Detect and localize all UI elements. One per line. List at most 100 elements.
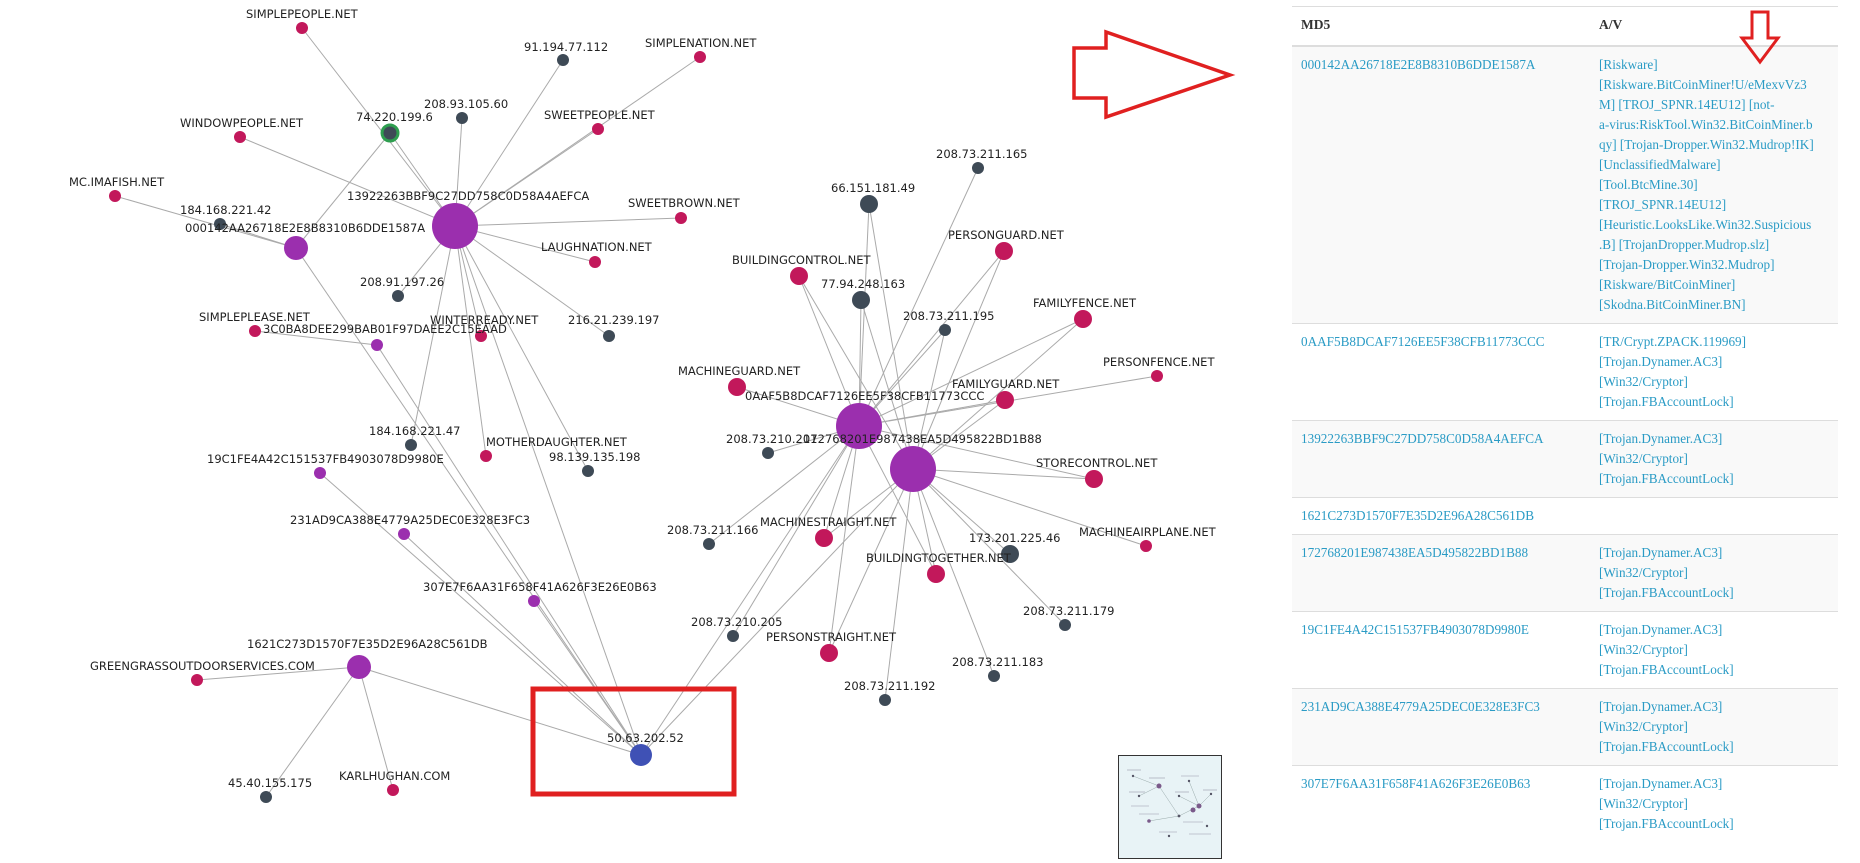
av-detection-link[interactable]: [Win32/Cryptor]: [1599, 719, 1688, 734]
node-circle[interactable]: [1059, 619, 1071, 631]
graph-node[interactable]: PERSONGUARD.NET: [948, 228, 1065, 260]
md5-cell[interactable]: 0AAF5B8DCAF7126EE5F38CFB11773CCC: [1292, 323, 1590, 421]
node-circle[interactable]: [405, 439, 417, 451]
md5-cell[interactable]: 307E7F6AA31F658F41A626F3E26E0B63: [1292, 765, 1590, 842]
md5-cell[interactable]: 172768201E987438EA5D495822BD1B88: [1292, 534, 1590, 612]
av-detection-link[interactable]: [Heuristic.LooksLike.Win32.Suspicious: [1599, 217, 1811, 232]
av-detection-link[interactable]: [Win32/Cryptor]: [1599, 451, 1688, 466]
node-circle[interactable]: [927, 565, 945, 583]
node-circle[interactable]: [852, 291, 870, 309]
av-detection-link[interactable]: [Riskware]: [1599, 57, 1658, 72]
node-circle[interactable]: [398, 528, 410, 540]
node-circle[interactable]: [762, 447, 774, 459]
av-detection-link[interactable]: [Trojan.FBAccountLock]: [1599, 585, 1734, 600]
av-detection-link[interactable]: .B] [TrojanDropper.Mudrop.slz]: [1599, 237, 1769, 252]
node-circle[interactable]: [675, 212, 687, 224]
av-detection-link[interactable]: [Riskware/BitCoinMiner]: [1599, 277, 1735, 292]
node-circle[interactable]: [972, 162, 984, 174]
av-detection-link[interactable]: [Trojan.FBAccountLock]: [1599, 816, 1734, 831]
node-circle[interactable]: [284, 236, 308, 260]
graph-node[interactable]: LAUGHNATION.NET: [541, 240, 653, 268]
node-circle[interactable]: [995, 242, 1013, 260]
av-detection-link[interactable]: [Win32/Cryptor]: [1599, 374, 1688, 389]
av-detection-link[interactable]: M] [TROJ_SPNR.14EU12] [not-: [1599, 97, 1774, 112]
node-circle[interactable]: [879, 694, 891, 706]
av-detection-link[interactable]: [TROJ_SPNR.14EU12]: [1599, 197, 1726, 212]
graph-node[interactable]: 77.94.248.163: [821, 277, 905, 309]
graph-node[interactable]: MC.IMAFISH.NET: [69, 175, 165, 202]
graph-node[interactable]: 74.220.199.6: [356, 110, 433, 143]
node-circle[interactable]: [528, 595, 540, 607]
graph-node[interactable]: FAMILYFENCE.NET: [1033, 296, 1137, 328]
graph-node[interactable]: 98.139.135.198: [549, 450, 640, 477]
av-detection-link[interactable]: [Trojan.Dynamer.AC3]: [1599, 776, 1722, 791]
av-detection-link[interactable]: [Trojan.FBAccountLock]: [1599, 739, 1734, 754]
node-circle[interactable]: [347, 655, 371, 679]
node-circle[interactable]: [234, 131, 246, 143]
node-circle[interactable]: [727, 630, 739, 642]
node-circle[interactable]: [387, 784, 399, 796]
graph-node[interactable]: 208.91.197.26: [360, 275, 444, 302]
node-circle[interactable]: [314, 467, 326, 479]
av-detection-link[interactable]: [Win32/Cryptor]: [1599, 796, 1688, 811]
graph-node[interactable]: SWEETBROWN.NET: [628, 196, 741, 224]
av-detection-link[interactable]: [Trojan.Dynamer.AC3]: [1599, 622, 1722, 637]
graph-node[interactable]: WINDOWPEOPLE.NET: [180, 116, 304, 143]
graph-node[interactable]: BUILDINGTOGETHER.NET: [866, 551, 1012, 583]
av-detection-link[interactable]: [Trojan.FBAccountLock]: [1599, 662, 1734, 677]
graph-node[interactable]: PERSONFENCE.NET: [1103, 355, 1215, 382]
graph-node[interactable]: 172768201E987438EA5D495822BD1B88: [803, 432, 1042, 492]
av-detection-link[interactable]: [Riskware.BitCoinMiner!U/eMexvVz3: [1599, 77, 1807, 92]
av-detection-link[interactable]: [Trojan.FBAccountLock]: [1599, 394, 1734, 409]
graph-node[interactable]: GREENGRASSOUTDOORSERVICES.COM: [90, 659, 315, 686]
node-circle[interactable]: [480, 450, 492, 462]
node-circle[interactable]: [557, 54, 569, 66]
graph-node[interactable]: SIMPLENATION.NET: [645, 36, 757, 63]
av-detection-link[interactable]: [Trojan.FBAccountLock]: [1599, 471, 1734, 486]
graph-node[interactable]: SWEETPEOPLE.NET: [544, 108, 656, 135]
graph-node[interactable]: 208.73.211.183: [952, 655, 1043, 682]
graph-node[interactable]: 184.168.221.47: [369, 424, 460, 451]
node-circle[interactable]: [703, 538, 715, 550]
av-detection-link[interactable]: qy] [Trojan-Dropper.Win32.Mudrop!IK]: [1599, 137, 1814, 152]
av-detection-link[interactable]: [Win32/Cryptor]: [1599, 642, 1688, 657]
node-circle[interactable]: [988, 670, 1000, 682]
graph-node[interactable]: MACHINEAIRPLANE.NET: [1079, 525, 1217, 552]
graph-nodes[interactable]: SIMPLEPEOPLE.NET 91.194.77.112 SIMPLENATIO…: [69, 7, 1217, 803]
node-circle[interactable]: [603, 330, 615, 342]
node-circle[interactable]: [939, 324, 951, 336]
node-circle[interactable]: [249, 325, 261, 337]
av-detection-link[interactable]: [TR/Crypt.ZPACK.119969]: [1599, 334, 1746, 349]
graph-node[interactable]: STORECONTROL.NET: [1036, 456, 1158, 488]
graph-node[interactable]: 208.73.211.166: [667, 523, 758, 550]
av-detection-link[interactable]: [Tool.BtcMine.30]: [1599, 177, 1698, 192]
graph-node[interactable]: 000142AA26718E2E8B8310B6DDE1587A: [185, 221, 425, 260]
node-circle[interactable]: [592, 123, 604, 135]
node-circle[interactable]: [815, 529, 833, 547]
md5-cell[interactable]: 1621C273D1570F7E35D2E96A28C561DB: [1292, 497, 1590, 535]
graph-node[interactable]: 91.194.77.112: [524, 40, 608, 66]
node-circle[interactable]: [371, 339, 383, 351]
node-circle[interactable]: [1151, 370, 1163, 382]
av-detection-link[interactable]: [Trojan.Dynamer.AC3]: [1599, 431, 1722, 446]
node-circle[interactable]: [996, 391, 1014, 409]
graph-node[interactable]: MACHINESTRAIGHT.NET: [760, 515, 897, 547]
node-circle[interactable]: [260, 791, 272, 803]
md5-cell[interactable]: 13922263BBF9C27DD758C0D58A4AEFCA: [1292, 420, 1590, 498]
node-circle[interactable]: [860, 195, 878, 213]
node-circle[interactable]: [582, 465, 594, 477]
node-circle[interactable]: [191, 674, 203, 686]
graph-node[interactable]: PERSONSTRAIGHT.NET: [766, 630, 897, 662]
av-detection-link[interactable]: [Trojan.Dynamer.AC3]: [1599, 699, 1722, 714]
node-circle[interactable]: [589, 256, 601, 268]
av-detection-link[interactable]: [Trojan.Dynamer.AC3]: [1599, 545, 1722, 560]
graph-node[interactable]: SIMPLEPEOPLE.NET: [246, 7, 359, 34]
md5-cell[interactable]: 19C1FE4A42C151537FB4903078D9980E: [1292, 611, 1590, 689]
graph-node[interactable]: 19C1FE4A42C151537FB4903078D9980E: [207, 452, 444, 479]
av-detection-link[interactable]: [Win32/Cryptor]: [1599, 565, 1688, 580]
node-circle[interactable]: [392, 290, 404, 302]
graph-node[interactable]: 208.73.211.179: [1023, 604, 1114, 631]
graph-minimap[interactable]: [1118, 755, 1222, 859]
node-circle[interactable]: [1140, 540, 1152, 552]
node-circle[interactable]: [694, 51, 706, 63]
